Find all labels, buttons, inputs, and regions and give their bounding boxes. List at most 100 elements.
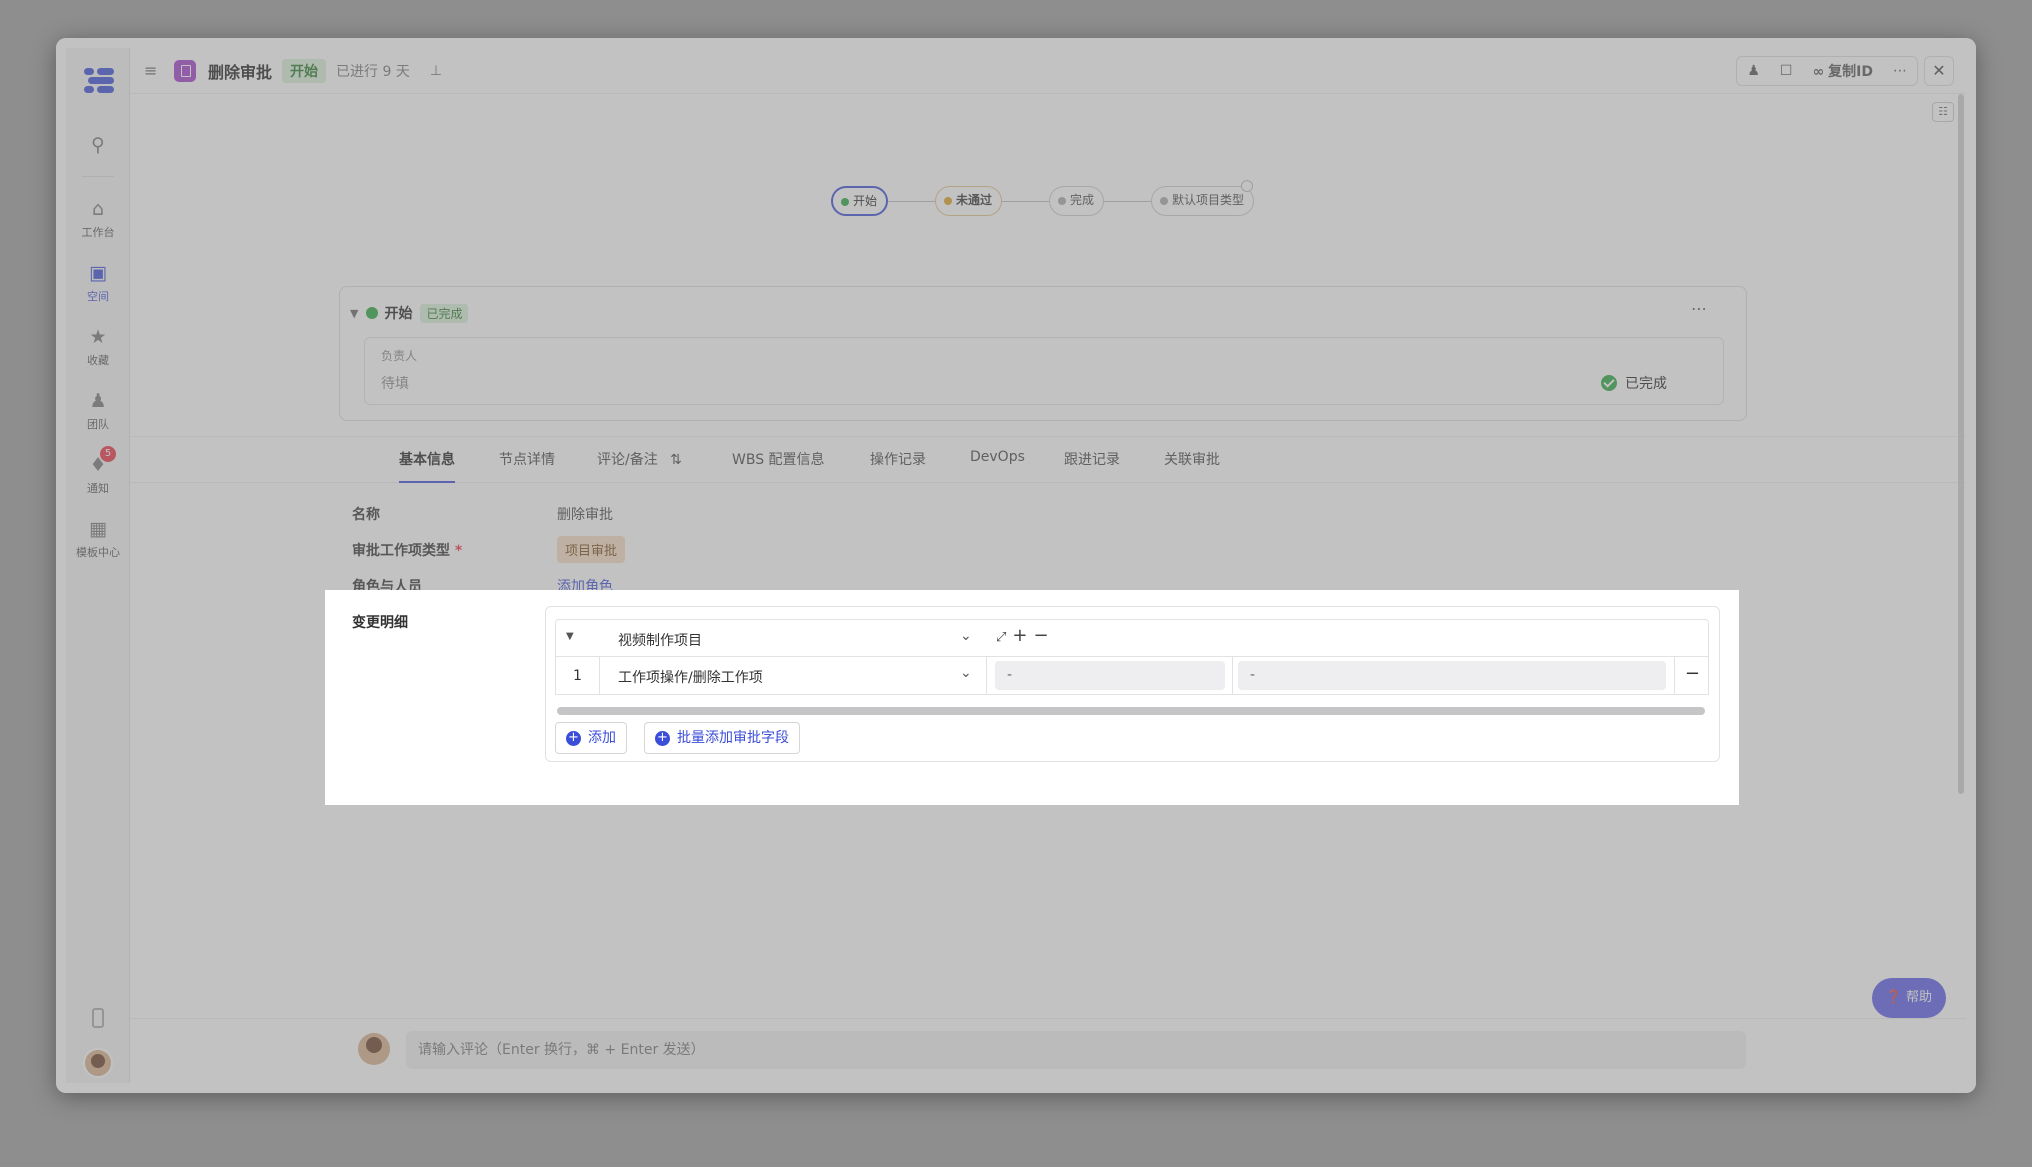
header-toolbar: ♟ ☐ ∞ 复制ID ⋯ — [1736, 56, 1918, 86]
flow-node-default-type[interactable]: 默认项目类型 — [1151, 186, 1255, 216]
remove-row-icon[interactable]: − — [1685, 663, 1700, 684]
commenter-avatar — [358, 1033, 390, 1065]
plus-circle-icon: + — [566, 731, 581, 746]
project-select[interactable]: 视频制作项目 — [618, 630, 702, 650]
approval-app-icon — [174, 59, 196, 82]
check-circle-icon — [1601, 375, 1617, 391]
plus-icon[interactable]: + — [1012, 625, 1033, 646]
minus-icon[interactable]: − — [1034, 625, 1055, 646]
node-card: ▼ 开始 已完成 ⋯ 负责人 待填 已完成 — [339, 286, 1747, 421]
type-label: 审批工作项类型 * — [352, 543, 463, 559]
flow-settings-icon[interactable] — [1241, 180, 1253, 192]
rail-item-label: 模板中心 — [76, 546, 120, 559]
expand-icon[interactable]: ⤢ — [996, 630, 1012, 645]
type-tag[interactable]: 项目审批 — [557, 536, 626, 563]
rail-item-team[interactable]: ♟ 团队 — [66, 390, 130, 432]
flow-node-done[interactable]: 完成 — [1049, 186, 1105, 216]
more-icon[interactable]: ⋯ — [1691, 299, 1708, 318]
cell-divider — [1674, 657, 1675, 694]
flow-node-start[interactable]: 开始 — [831, 186, 889, 216]
flow-node-rejected[interactable]: 未通过 — [935, 186, 1003, 216]
owner-value[interactable]: 待填 — [381, 373, 409, 393]
app-window: ⚲ ⌂ 工作台 ▣ 空间 ★ 收藏 ♟ 团队 5 ♦ 通知 ▦ 模板中心 ≡ 删… — [56, 38, 1976, 1093]
notification-badge: 5 — [100, 446, 116, 462]
outline-toggle-icon[interactable]: ≡ — [144, 61, 166, 80]
help-icon: ❓ — [1885, 990, 1902, 1005]
chevron-down-icon[interactable]: ⌄ — [960, 628, 972, 644]
tab-wbs-config[interactable]: WBS 配置信息 — [732, 449, 825, 481]
name-value[interactable]: 删除审批 — [557, 504, 613, 524]
bookmark-icon[interactable]: ☐ — [1770, 63, 1803, 79]
value-cell[interactable]: - — [1238, 661, 1666, 690]
add-button[interactable]: + 添加 — [555, 722, 627, 754]
status-dot — [366, 307, 379, 319]
field-cell[interactable]: - — [995, 661, 1225, 690]
rail-item-templates[interactable]: ▦ 模板中心 — [66, 518, 130, 560]
left-nav-rail: ⚲ ⌂ 工作台 ▣ 空间 ★ 收藏 ♟ 团队 5 ♦ 通知 ▦ 模板中心 — [66, 48, 130, 1083]
rail-item-label: 团队 — [87, 418, 109, 431]
state-badge[interactable]: 开始 — [282, 58, 327, 83]
rail-item-space[interactable]: ▣ 空间 — [66, 262, 130, 304]
operation-select[interactable]: 工作项操作/删除工作项 — [618, 667, 763, 687]
rail-item-label: 通知 — [87, 482, 109, 495]
copy-id-button[interactable]: ∞ 复制ID — [1802, 61, 1883, 81]
tab-node-details[interactable]: 节点详情 — [499, 449, 555, 481]
tab-comments[interactable]: 评论/备注 ⇅ — [597, 449, 682, 481]
grid-icon: ▦ — [89, 518, 107, 540]
plus-circle-icon: + — [655, 731, 670, 746]
sort-icon[interactable]: ⇅ — [662, 452, 682, 468]
search-icon: ⚲ — [91, 134, 105, 156]
pin-icon[interactable]: ⊥ — [430, 63, 442, 79]
detail-header: ≡ 删除审批 开始 已进行 9 天 ⊥ ♟ ☐ ∞ 复制ID ⋯ ✕ ☷ — [130, 48, 1966, 122]
required-mark: * — [454, 543, 463, 559]
tab-related-approvals[interactable]: 关联审批 — [1164, 449, 1220, 481]
completion-status[interactable]: 已完成 — [1601, 373, 1667, 393]
tab-operation-log[interactable]: 操作记录 — [870, 449, 926, 481]
side-panel-toggle-icon[interactable]: ☷ — [1932, 102, 1954, 122]
workflow-diagram: 开始 未通过 完成 默认项目类型 — [831, 180, 1271, 216]
team-icon: ♟ — [89, 390, 107, 412]
rail-item-notifications[interactable]: 5 ♦ 通知 — [66, 446, 130, 496]
tab-devops[interactable]: DevOps — [970, 449, 1025, 477]
close-icon: ✕ — [1932, 61, 1946, 80]
comment-bar — [130, 1018, 1966, 1083]
rail-divider — [82, 176, 114, 177]
detail-tabs: 基本信息 节点详情 评论/备注 ⇅ WBS 配置信息 操作记录 DevOps 跟… — [130, 436, 1966, 483]
chevron-down-icon[interactable]: ⌄ — [960, 665, 972, 681]
vertical-scrollbar[interactable] — [1958, 94, 1964, 794]
node-card-header[interactable]: ▼ 开始 已完成 — [350, 303, 469, 323]
tab-basic-info[interactable]: 基本信息 — [399, 449, 455, 483]
page-title: 删除审批 — [208, 62, 273, 82]
node-status-tag: 已完成 — [420, 303, 469, 323]
change-group-header: ▼ 视频制作项目 ⌄ ⤢+− — [555, 619, 1709, 656]
search-button[interactable]: ⚲ — [66, 134, 130, 160]
batch-add-button[interactable]: + 批量添加审批字段 — [644, 722, 800, 754]
rail-item-label: 空间 — [87, 290, 109, 303]
caret-down-icon[interactable]: ▼ — [350, 307, 358, 320]
mobile-icon[interactable] — [92, 1008, 104, 1028]
app-logo[interactable] — [84, 68, 114, 93]
rail-item-workbench[interactable]: ⌂ 工作台 — [66, 198, 130, 240]
change-detail-box: ▼ 视频制作项目 ⌄ ⤢+− 1 工作项操作/删除工作项 ⌄ - - − + 添加… — [545, 606, 1720, 762]
star-icon: ★ — [89, 326, 107, 348]
close-button[interactable]: ✕ — [1924, 56, 1954, 86]
collapse-triangle-icon[interactable]: ▼ — [566, 631, 574, 642]
comment-input[interactable] — [406, 1031, 1746, 1069]
space-icon: ▣ — [89, 262, 107, 284]
elapsed-time: 已进行 9 天 — [336, 63, 410, 80]
rail-item-favorites[interactable]: ★ 收藏 — [66, 326, 130, 368]
owner-label: 负责人 — [381, 349, 418, 363]
row-index: 1 — [556, 657, 600, 694]
more-icon[interactable]: ⋯ — [1883, 63, 1917, 79]
name-label: 名称 — [352, 507, 380, 523]
group-actions: ⤢+− — [996, 625, 1055, 646]
cell-divider — [1232, 657, 1233, 694]
tab-followup[interactable]: 跟进记录 — [1064, 449, 1120, 481]
members-icon[interactable]: ♟ — [1737, 63, 1770, 79]
rail-item-label: 工作台 — [81, 226, 115, 239]
user-avatar[interactable] — [83, 1048, 113, 1078]
help-button[interactable]: ❓ 帮助 — [1871, 978, 1946, 1018]
rail-item-label: 收藏 — [87, 354, 109, 367]
horizontal-scrollbar[interactable] — [557, 707, 1705, 715]
node-name: 开始 — [384, 306, 413, 322]
